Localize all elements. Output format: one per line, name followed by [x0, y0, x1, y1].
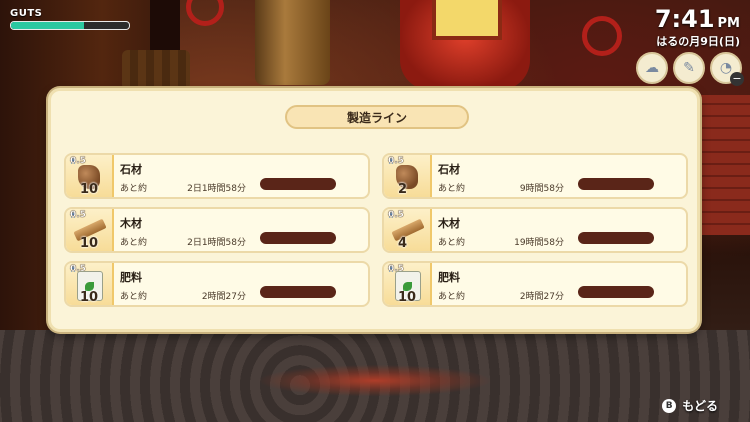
- progress-bar: [578, 286, 654, 298]
- production-line-card[interactable]: ★ 0.5 2 石材 あと約 9時間58分: [382, 153, 688, 199]
- item-name: 石材: [438, 163, 460, 176]
- production-line-card[interactable]: ★ 0.5 10 石材 あと約 2日1時間58分: [64, 153, 370, 199]
- remaining-time: 2日1時間58分: [187, 184, 246, 194]
- production-line-panel: 製造ライン ★ 0.5 10 石材 あと約 2日1時間58分 ★ 0.5 2 石…: [48, 88, 700, 332]
- lumber-material-icon: [391, 218, 425, 242]
- progress-bar: [260, 178, 336, 190]
- item-thumbnail: ★ 0.5 10: [384, 263, 432, 305]
- weather-cloudy-icon: ☁: [636, 52, 668, 84]
- progress-bar: [260, 286, 336, 298]
- tool-bag-icon[interactable]: ✎: [673, 52, 705, 84]
- item-quantity: 10: [80, 182, 99, 197]
- panel-title-pill: 製造ライン: [285, 105, 469, 129]
- clock-ampm: PM: [717, 16, 740, 31]
- brass-tank: [255, 0, 330, 85]
- remaining-time: 19時間58分: [514, 238, 564, 248]
- remaining-time: 9時間58分: [519, 184, 564, 194]
- item-thumbnail: ★ 0.5 2: [384, 155, 432, 197]
- item-bag-icon[interactable]: ◔ −: [710, 52, 744, 86]
- hud-icons: ☁ ✎ ◔ −: [636, 52, 744, 86]
- remaining-label: あと約: [438, 292, 466, 302]
- item-name: 石材: [120, 163, 142, 176]
- item-thumbnail: ★ 0.5 4: [384, 209, 432, 251]
- remaining-time: 2日1時間58分: [187, 238, 246, 248]
- remaining-label: あと約: [120, 184, 148, 194]
- b-button-icon: B: [662, 398, 677, 413]
- production-line-card[interactable]: ★ 0.5 10 木材 あと約 2日1時間58分: [64, 207, 370, 253]
- item-thumbnail: ★ 0.5 10: [66, 209, 114, 251]
- item-quantity: 10: [80, 290, 99, 305]
- item-thumbnail: ★ 0.5 10: [66, 155, 114, 197]
- back-label: もどる: [682, 399, 718, 413]
- item-quantity: 4: [398, 236, 408, 251]
- guts-bar-fill: [11, 22, 85, 29]
- production-line-card[interactable]: ★ 0.5 10 肥料 あと約 2時間27分: [64, 261, 370, 307]
- clock: 7:41 PM はるの月9日(日): [655, 6, 740, 49]
- item-quantity: 10: [80, 236, 99, 251]
- valve-wheel: [582, 16, 622, 56]
- guts-label: GUTS: [10, 8, 43, 19]
- remaining-label: あと約: [438, 184, 466, 194]
- item-name: 肥料: [120, 271, 142, 284]
- brick-wall: [700, 95, 750, 235]
- clock-time: 7:41: [654, 5, 715, 33]
- production-line-card[interactable]: ★ 0.5 4 木材 あと約 19時間58分: [382, 207, 688, 253]
- item-name: 木材: [438, 217, 460, 230]
- production-line-grid: ★ 0.5 10 石材 あと約 2日1時間58分 ★ 0.5 2 石材 あと約 …: [64, 153, 688, 307]
- barrel: [122, 50, 190, 90]
- valve-wheel: [186, 0, 224, 26]
- panel-title: 製造ライン: [346, 110, 407, 125]
- item-quantity: 2: [398, 182, 408, 197]
- remaining-label: あと約: [120, 292, 148, 302]
- progress-bar: [260, 232, 336, 244]
- item-name: 木材: [120, 217, 142, 230]
- stone-floor: [0, 330, 750, 422]
- guts-bar: [10, 21, 130, 30]
- remaining-time: 2時間27分: [201, 292, 246, 302]
- remaining-label: あと約: [120, 238, 148, 248]
- back-hint[interactable]: B もどる: [662, 397, 718, 414]
- remaining-time: 2時間27分: [519, 292, 564, 302]
- production-line-card[interactable]: ★ 0.5 10 肥料 あと約 2時間27分: [382, 261, 688, 307]
- calendar-date: はるの月9日(日): [656, 35, 740, 48]
- item-name: 肥料: [438, 271, 460, 284]
- guts-meter: GUTS: [10, 8, 130, 30]
- drum-window: [432, 0, 502, 40]
- rate-badge: 0.5: [388, 210, 404, 220]
- minus-button-icon: −: [730, 72, 744, 86]
- item-quantity: 10: [398, 290, 417, 305]
- progress-bar: [578, 178, 654, 190]
- rate-badge: 0.5: [70, 210, 86, 220]
- progress-bar: [578, 232, 654, 244]
- item-thumbnail: ★ 0.5 10: [66, 263, 114, 305]
- remaining-label: あと約: [438, 238, 466, 248]
